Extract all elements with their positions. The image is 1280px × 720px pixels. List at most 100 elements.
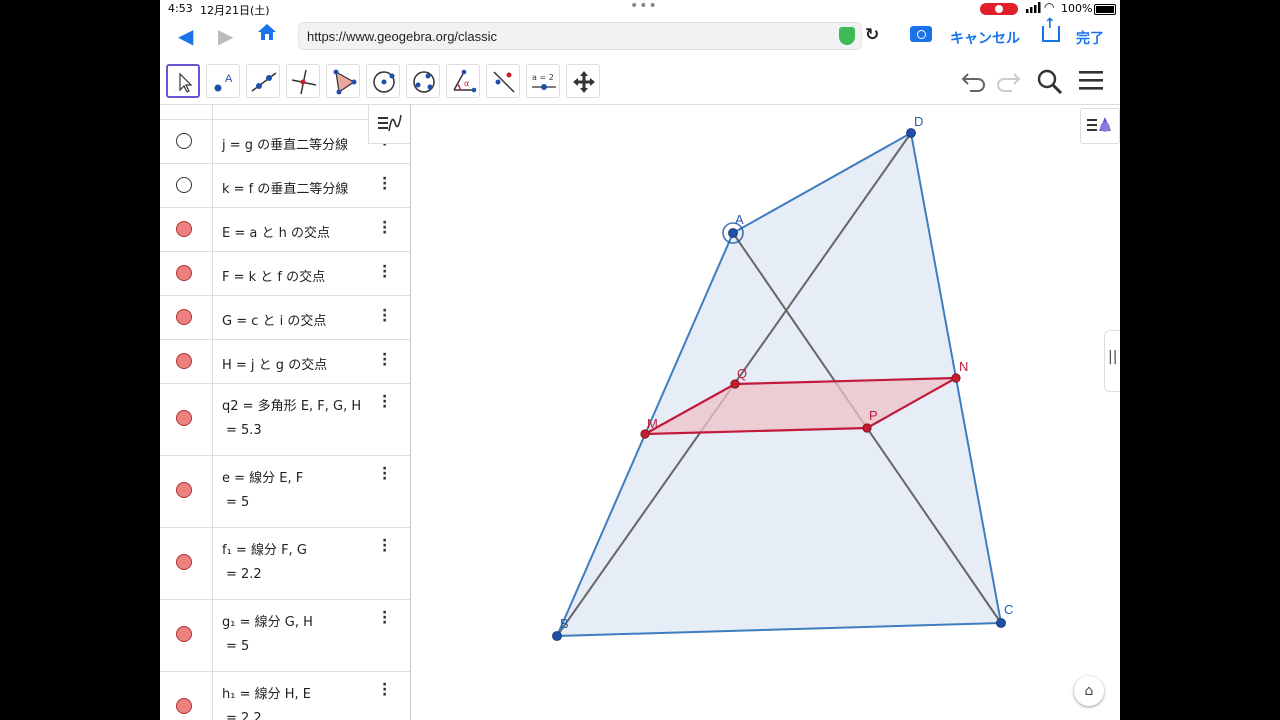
label-point-m: M [647, 416, 658, 431]
point-b[interactable] [552, 631, 562, 641]
done-button[interactable]: 完了 [1076, 28, 1104, 48]
geometry-canvas[interactable]: A B C D M N P Q [411, 105, 1120, 720]
address-bar[interactable]: https://www.geogebra.org/classic ↻ [298, 22, 879, 50]
browser-bar: ◀ ▶ https://www.geogebra.org/classic ↻ キ… [160, 16, 1120, 58]
label-point-c: C [1004, 602, 1013, 617]
search-icon[interactable] [1036, 68, 1064, 98]
forward-icon[interactable]: ▶ [218, 24, 233, 48]
algebra-row[interactable]: H = j と g の交点 · · · [160, 339, 410, 384]
visibility-toggle-icon[interactable] [176, 177, 192, 193]
circle-center-tool-icon[interactable] [366, 64, 400, 98]
row-menu-icon[interactable]: ··· [382, 534, 387, 558]
multitask-dots-icon[interactable]: ••• [630, 0, 658, 14]
point-tool-icon[interactable]: A [206, 64, 240, 98]
signal-icon [1026, 2, 1042, 16]
point-m[interactable] [640, 429, 650, 439]
line-tool-icon[interactable] [246, 64, 280, 98]
wifi-icon: ◠ [1044, 0, 1055, 14]
row-menu-icon[interactable]: ··· [382, 390, 387, 414]
perpendicular-tool-icon[interactable] [286, 64, 320, 98]
row-menu-icon[interactable]: ··· [382, 304, 387, 328]
algebra-definition[interactable]: g₁ = 線分 G, H [222, 611, 313, 630]
row-menu-icon[interactable]: ··· [382, 172, 387, 196]
visibility-toggle-icon[interactable] [176, 698, 192, 714]
cancel-button[interactable]: キャンセル [950, 28, 1020, 48]
algebra-toggle-button[interactable] [368, 105, 410, 144]
algebra-row[interactable]: F = k と f の交点 · · · [160, 251, 410, 296]
row-menu-icon[interactable]: ··· [382, 678, 387, 702]
row-menu-icon[interactable]: ··· [382, 606, 387, 630]
undo-icon[interactable] [960, 68, 988, 96]
algebra-definition[interactable]: G = c と i の交点 [222, 310, 326, 329]
point-c[interactable] [996, 618, 1006, 628]
algebra-row[interactable]: h₁ = 線分 H, E = 2.2 · · · [160, 671, 410, 720]
algebra-definition[interactable]: k = f の垂直二等分線 [222, 178, 348, 197]
algebra-view: j = g の垂直二等分線···k = f の垂直二等分線···E = a と … [160, 105, 411, 720]
algebra-definition[interactable]: H = j と g の交点 [222, 354, 327, 373]
move-tool-icon[interactable] [166, 64, 200, 98]
point-q[interactable] [730, 379, 740, 389]
geogebra-toolbar: A α a = 2 [160, 58, 1120, 105]
algebra-row[interactable]: k = f の垂直二等分線 · · · [160, 163, 410, 208]
main-menu-icon[interactable] [1078, 68, 1104, 96]
reflect-tool-icon[interactable] [486, 64, 520, 98]
clock: 4:53 [168, 2, 193, 15]
visibility-toggle-icon[interactable] [176, 410, 192, 426]
url-text: https://www.geogebra.org/classic [307, 29, 498, 44]
row-menu-icon[interactable]: ··· [382, 260, 387, 284]
polygon-tool-icon[interactable] [326, 64, 360, 98]
side-panel-handle[interactable] [1104, 330, 1120, 392]
row-menu-icon[interactable]: ··· [382, 462, 387, 486]
home-icon[interactable] [256, 22, 278, 47]
visibility-toggle-icon[interactable] [176, 554, 192, 570]
redo-icon[interactable] [994, 68, 1022, 96]
slider-tool-icon[interactable]: a = 2 [526, 64, 560, 98]
algebra-definition[interactable]: e = 線分 E, F [222, 467, 303, 486]
point-a[interactable] [728, 228, 738, 238]
camera-icon[interactable] [910, 26, 932, 42]
visibility-toggle-icon[interactable] [176, 482, 192, 498]
algebra-row[interactable]: G = c と i の交点 · · · [160, 295, 410, 340]
battery-icon [1094, 4, 1116, 15]
algebra-definition[interactable]: E = a と h の交点 [222, 222, 330, 241]
algebra-definition[interactable]: f₁ = 線分 F, G [222, 539, 307, 558]
visibility-toggle-icon[interactable] [176, 309, 192, 325]
algebra-definition[interactable]: q2 = 多角形 E, F, G, H [222, 395, 361, 414]
algebra-definition[interactable]: h₁ = 線分 H, E [222, 683, 311, 702]
angle-tool-icon[interactable]: α [446, 64, 480, 98]
label-point-n: N [959, 359, 968, 374]
battery-percent: 100% [1061, 2, 1093, 15]
svg-text:α: α [464, 79, 469, 88]
graphics-view[interactable]: A B C D M N P Q [411, 105, 1120, 720]
visibility-toggle-icon[interactable] [176, 265, 192, 281]
standard-view-home-icon[interactable]: ⌂ [1074, 676, 1104, 706]
algebra-definition[interactable]: j = g の垂直二等分線 [222, 134, 348, 153]
circle-three-points-tool-icon[interactable] [406, 64, 440, 98]
row-menu-icon[interactable]: ··· [382, 348, 387, 372]
back-icon[interactable]: ◀ [178, 24, 193, 48]
point-n[interactable] [951, 373, 961, 383]
point-d[interactable] [906, 128, 916, 138]
label-point-p: P [869, 408, 878, 423]
algebra-row[interactable]: f₁ = 線分 F, G = 2.2 · · · [160, 527, 410, 600]
algebra-definition[interactable]: F = k と f の交点 [222, 266, 325, 285]
visibility-toggle-icon[interactable] [176, 221, 192, 237]
algebra-row[interactable]: e = 線分 E, F = 5 · · · [160, 455, 410, 528]
visibility-toggle-icon[interactable] [176, 353, 192, 369]
algebra-row[interactable]: q2 = 多角形 E, F, G, H = 5.3 · · · [160, 383, 410, 456]
status-bar: 4:53 12月21日(土) ••• ◠ 100% [160, 0, 1120, 18]
label-point-a: A [735, 212, 744, 227]
row-menu-icon[interactable]: ··· [382, 216, 387, 240]
point-p[interactable] [862, 423, 872, 433]
algebra-value: = 5 [226, 639, 250, 654]
move-view-tool-icon[interactable] [566, 64, 600, 98]
visibility-toggle-icon[interactable] [176, 626, 192, 642]
graphics-style-bar-button[interactable] [1080, 108, 1120, 144]
shield-icon[interactable] [839, 27, 855, 45]
algebra-row[interactable]: E = a と h の交点 · · · [160, 207, 410, 252]
slider-tool-label: a = 2 [532, 73, 554, 82]
reload-icon[interactable]: ↻ [865, 25, 879, 45]
share-icon[interactable] [1042, 16, 1060, 42]
algebra-row[interactable]: g₁ = 線分 G, H = 5 · · · [160, 599, 410, 672]
visibility-toggle-icon[interactable] [176, 133, 192, 149]
